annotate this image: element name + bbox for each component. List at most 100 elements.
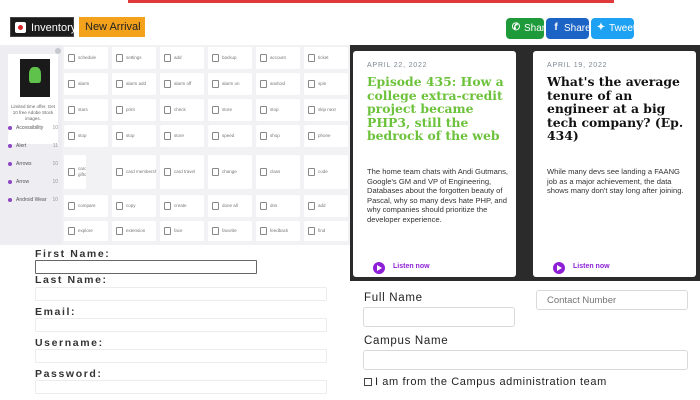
icon-tile[interactable]: dns [256,195,300,217]
admin-checkbox[interactable] [364,378,372,386]
tab-inventory[interactable]: Inventory [10,17,77,37]
icon-tile[interactable]: ticket [304,47,348,69]
icon-tile[interactable]: account [256,47,300,69]
username-label: Username: [35,337,104,349]
icon-tile[interactable]: speed [208,125,252,147]
last-name-label: Last Name: [35,274,108,286]
tile-label: check [174,107,186,112]
episode-date: APRIL 22, 2022 [367,62,428,69]
twitter-share-button[interactable]: ✦ Tweet [591,18,634,39]
podcast-card[interactable]: APRIL 19, 2022 What's the average tenure… [533,51,696,277]
icon-tile[interactable]: done all [208,195,252,217]
tile-label: class [270,169,281,174]
icon-tile[interactable]: change [208,155,252,189]
icon-tile[interactable]: card giftcard [64,155,86,189]
tile-icon [212,202,219,210]
icon-tile[interactable]: store [160,125,204,147]
listen-now-button[interactable]: Listen now [547,262,627,274]
tile-icon [212,227,219,235]
icon-tile[interactable]: face [160,221,204,241]
tile-icon [164,132,171,140]
email-field[interactable] [35,318,327,332]
sidebar-category-item[interactable]: Arrows 10 [8,159,58,169]
tile-icon [116,227,123,235]
podcast-card[interactable]: APRIL 22, 2022 Episode 435: How a colleg… [353,51,516,277]
tile-icon [260,132,267,140]
icon-tile[interactable]: phone [304,125,348,147]
tile-icon [68,227,75,235]
first-name-field[interactable] [35,260,257,274]
episode-title[interactable]: What's the average tenure of an engineer… [547,75,687,143]
icon-tile[interactable]: android [256,73,300,95]
tile-icon [116,168,123,176]
icon-tile[interactable]: code [304,155,348,189]
sidebar-category-item[interactable]: Arrow 10 [8,177,58,187]
episode-title[interactable]: Episode 435: How a college extra-credit … [367,75,507,143]
signup-form: First Name: Last Name: Email: Username: … [0,245,350,400]
full-name-field[interactable] [363,307,515,327]
tile-label: create [174,203,187,208]
icon-tile[interactable]: settings [112,47,156,69]
podcast-section: APRIL 22, 2022 Episode 435: How a colleg… [350,45,700,281]
icon-tile[interactable]: store [208,99,252,121]
icon-tile[interactable]: skip next [304,99,348,121]
episode-description: The home team chats with Andi Gutmans, G… [367,167,508,224]
close-icon[interactable] [55,48,61,54]
icon-tile[interactable]: card membership [112,155,156,189]
admin-checkbox-label: I am from the Campus administration team [375,376,607,388]
listen-now-button[interactable]: Listen now [367,262,447,274]
icon-tile[interactable]: stop [256,99,300,121]
tab-new-arrival[interactable]: New Arrival [79,17,145,37]
icon-tile[interactable]: add [160,47,204,69]
icon-tile[interactable]: card travel [160,155,204,189]
sidebar-category-item[interactable]: Accessibility 10 [8,123,58,133]
category-label: Arrows [16,161,32,167]
campus-name-label: Campus Name [364,335,449,347]
tile-label: store [174,133,185,138]
icon-tile[interactable]: compare [64,195,108,217]
icon-tile[interactable]: copy [112,195,156,217]
promo-cover-image [20,59,50,97]
icon-tile[interactable]: class [256,155,300,189]
icon-tile[interactable]: alarm add [112,73,156,95]
tile-icon [116,80,123,88]
icon-tile[interactable]: find [304,221,348,241]
last-name-field[interactable] [35,287,327,301]
twitter-share-label: Tweet [609,23,634,34]
tab-inventory-label: Inventory [31,22,77,34]
tile-icon [164,168,171,176]
icon-tile[interactable]: alarm on [208,73,252,95]
icon-tile[interactable]: extension [112,221,156,241]
icon-tile[interactable]: alarm [64,73,108,95]
first-name-label: First Name: [35,248,111,260]
sidebar-category-item[interactable]: Alert 11 [8,141,58,151]
icon-tile[interactable]: create [160,195,204,217]
tile-label: ticket [318,55,329,60]
icon-tile[interactable]: alarm off [160,73,204,95]
whatsapp-share-button[interactable]: ✆ Share [506,18,544,39]
icon-tile[interactable]: stop [64,125,108,147]
tile-label: explore [78,228,93,233]
icon-tile[interactable]: stars [64,99,108,121]
icon-tile[interactable]: spin [304,73,348,95]
facebook-share-button[interactable]: f Share 0 [546,18,589,39]
icon-tile[interactable]: shop [256,125,300,147]
icon-tile[interactable]: schedule [64,47,108,69]
icon-tile[interactable]: favorite [208,221,252,241]
icon-tile[interactable]: add [304,195,348,217]
campus-name-field[interactable] [363,350,688,370]
icon-tile[interactable]: backup [208,47,252,69]
category-count: 10 [52,197,58,203]
category-label: Android Wear [16,197,47,203]
icon-tile[interactable]: check [160,99,204,121]
tile-label: stop [270,107,279,112]
password-field[interactable] [35,380,327,394]
sidebar-category-item[interactable]: Android Wear 10 [8,195,58,205]
icon-tile[interactable]: print [112,99,156,121]
icon-tile[interactable]: feedback [256,221,300,241]
username-field[interactable] [35,349,327,363]
contact-number-field[interactable] [536,290,688,310]
tile-label: compare [78,203,96,208]
icon-tile[interactable]: explore [64,221,108,241]
icon-tile[interactable]: stop [112,125,156,147]
